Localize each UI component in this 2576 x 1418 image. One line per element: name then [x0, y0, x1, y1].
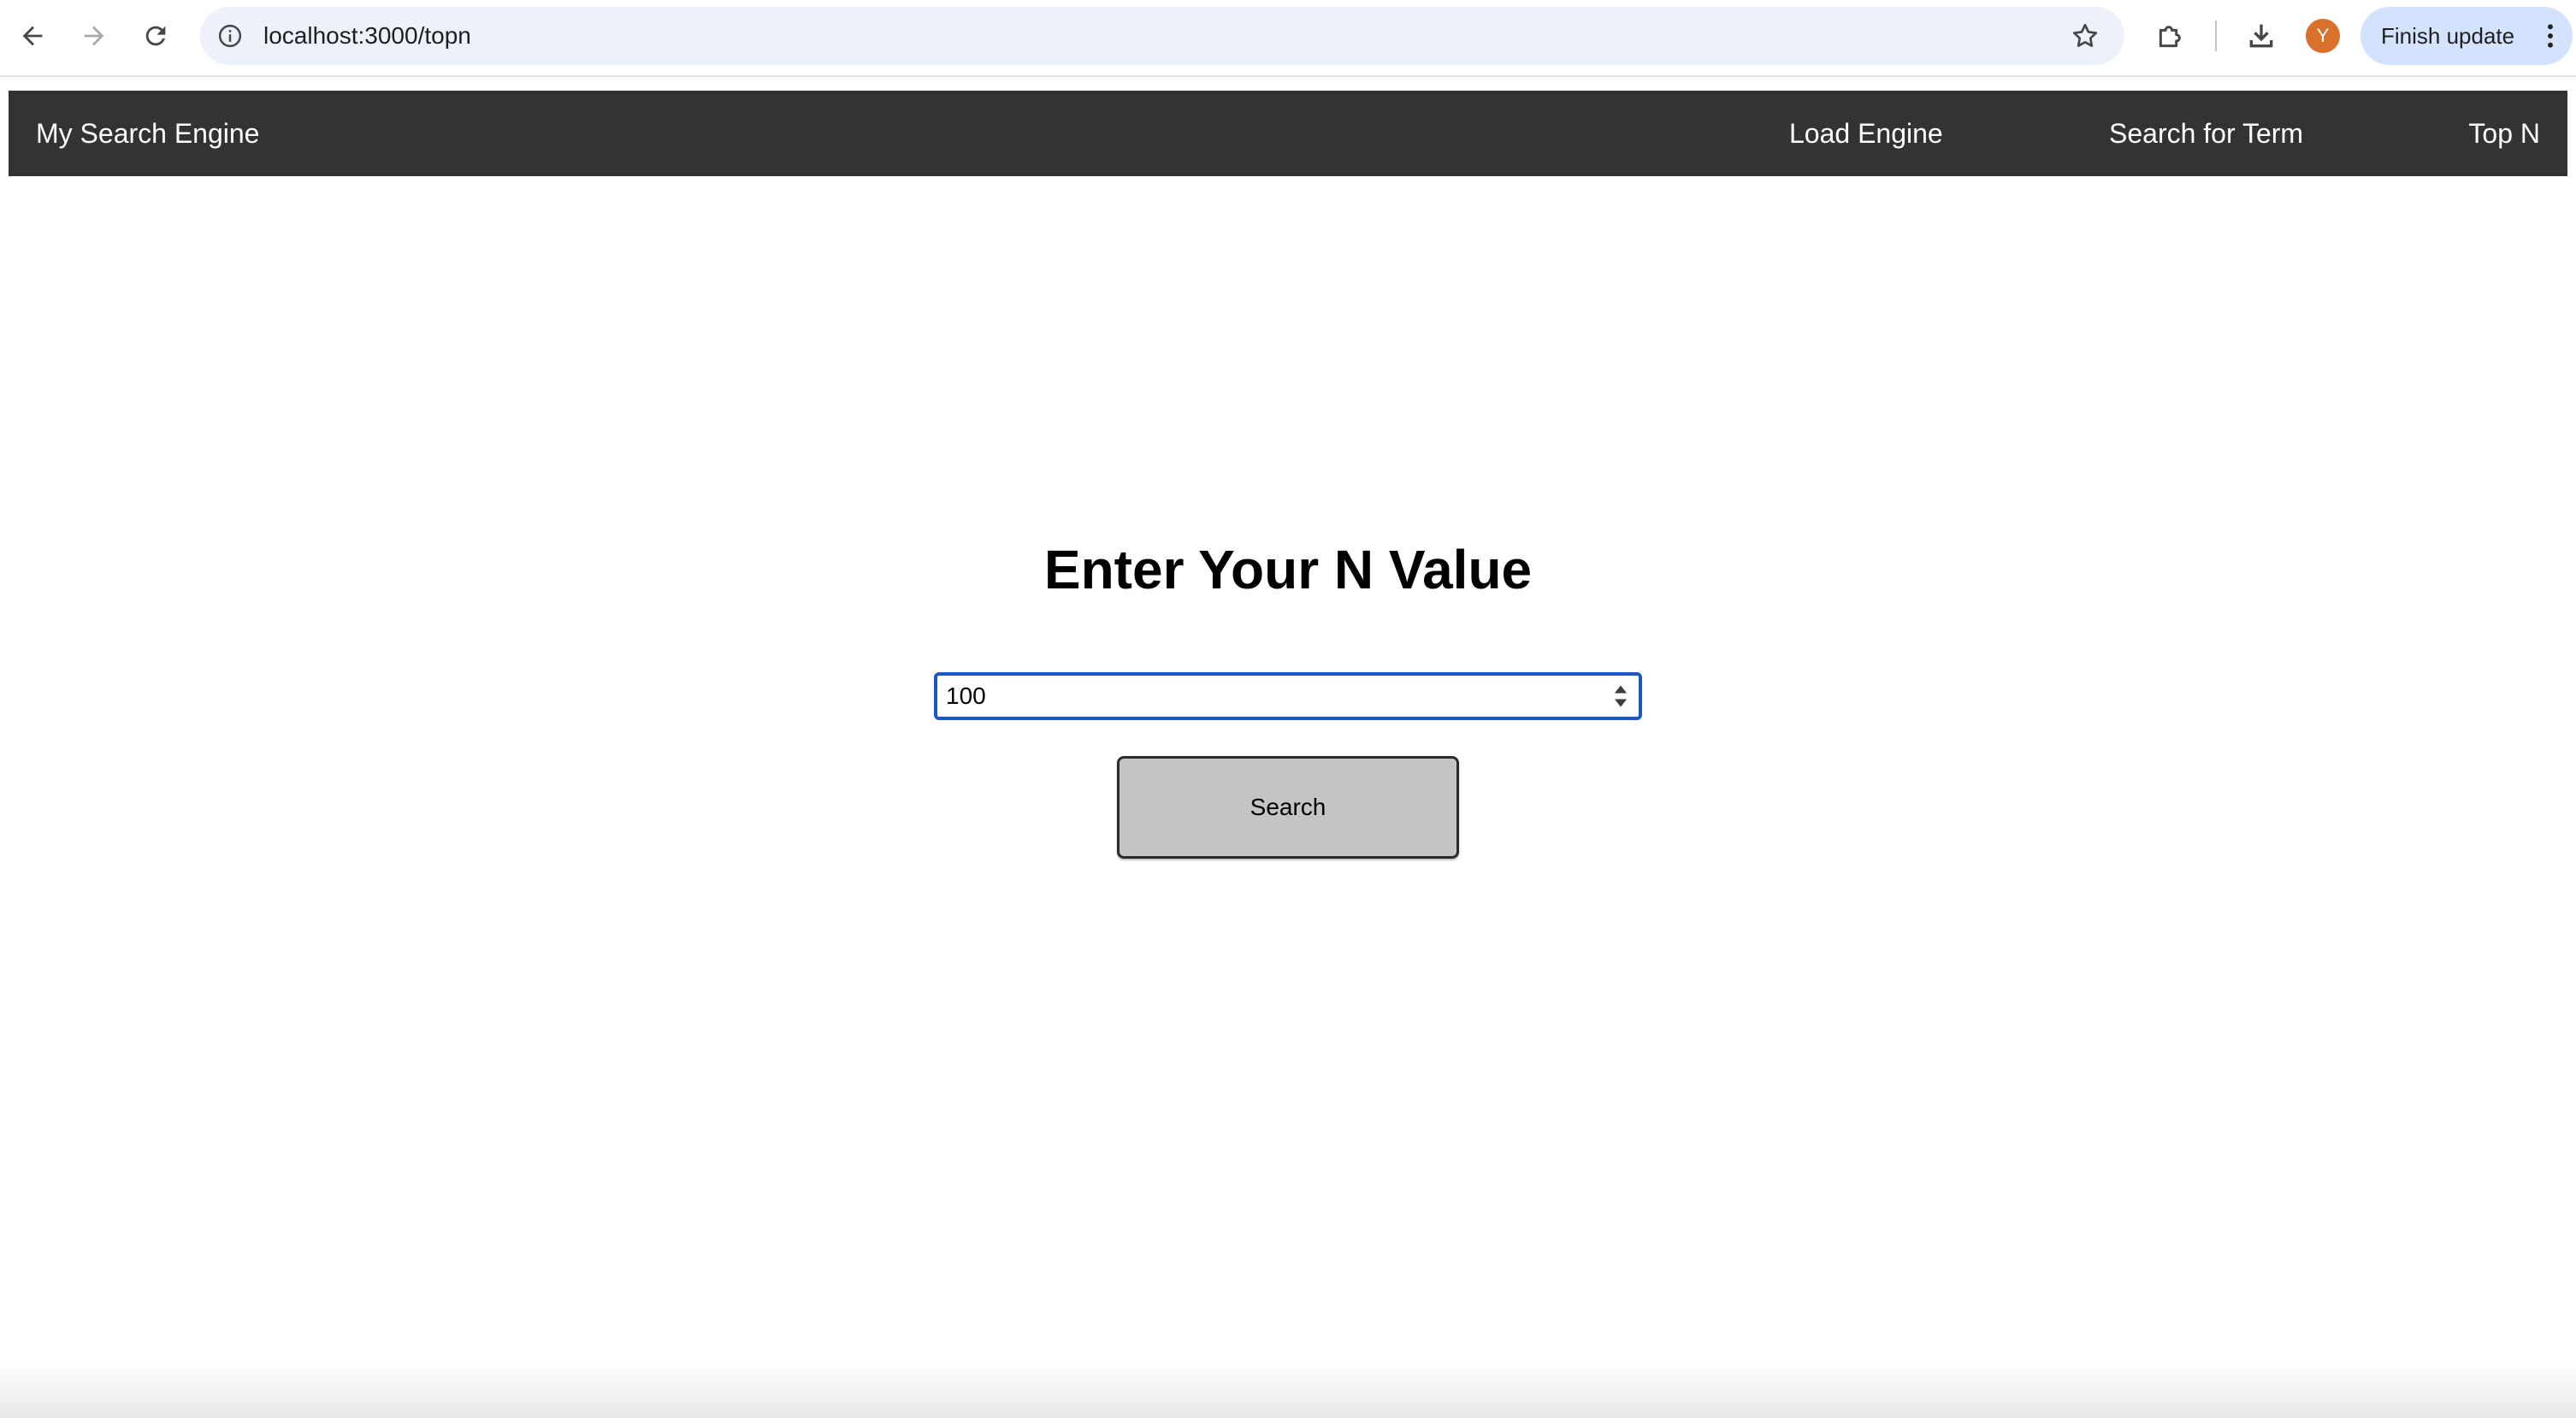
search-button[interactable]: Search [1117, 756, 1459, 859]
download-icon[interactable] [2244, 19, 2278, 53]
bottom-shadow [0, 1360, 2576, 1418]
browser-toolbar: localhost:3000/topn Y Finish update [0, 0, 2576, 77]
page-title: Enter Your N Value [1043, 539, 1533, 600]
avatar[interactable]: Y [2306, 19, 2340, 53]
star-icon[interactable] [2070, 21, 2100, 51]
n-value-field[interactable] [934, 672, 1642, 720]
puzzle-icon[interactable] [2154, 19, 2188, 53]
finish-update-label: Finish update [2381, 22, 2515, 49]
back-button[interactable] [14, 17, 51, 55]
arrow-right-icon [84, 26, 104, 46]
nav-link-load-engine[interactable]: Load Engine [1789, 116, 1943, 151]
kebab-menu-icon [2548, 24, 2553, 48]
app-navbar: My Search Engine Load Engine Search for … [9, 91, 2567, 176]
reload-icon [145, 26, 166, 46]
brand-link[interactable]: My Search Engine [36, 116, 259, 151]
n-value-input[interactable] [937, 676, 1587, 717]
reload-button[interactable] [137, 17, 174, 55]
finish-update-button[interactable]: Finish update [2360, 7, 2573, 65]
forward-button[interactable] [75, 17, 113, 55]
toolbar-separator [2215, 21, 2217, 51]
address-bar[interactable]: localhost:3000/topn [200, 7, 2124, 65]
number-stepper-icon[interactable] [1611, 682, 1630, 710]
url-text[interactable]: localhost:3000/topn [263, 22, 471, 50]
nav-link-top-n[interactable]: Top N [2468, 116, 2540, 151]
arrow-left-icon [22, 26, 43, 46]
nav-link-search-for-term[interactable]: Search for Term [2109, 116, 2303, 151]
info-icon[interactable] [217, 23, 243, 49]
